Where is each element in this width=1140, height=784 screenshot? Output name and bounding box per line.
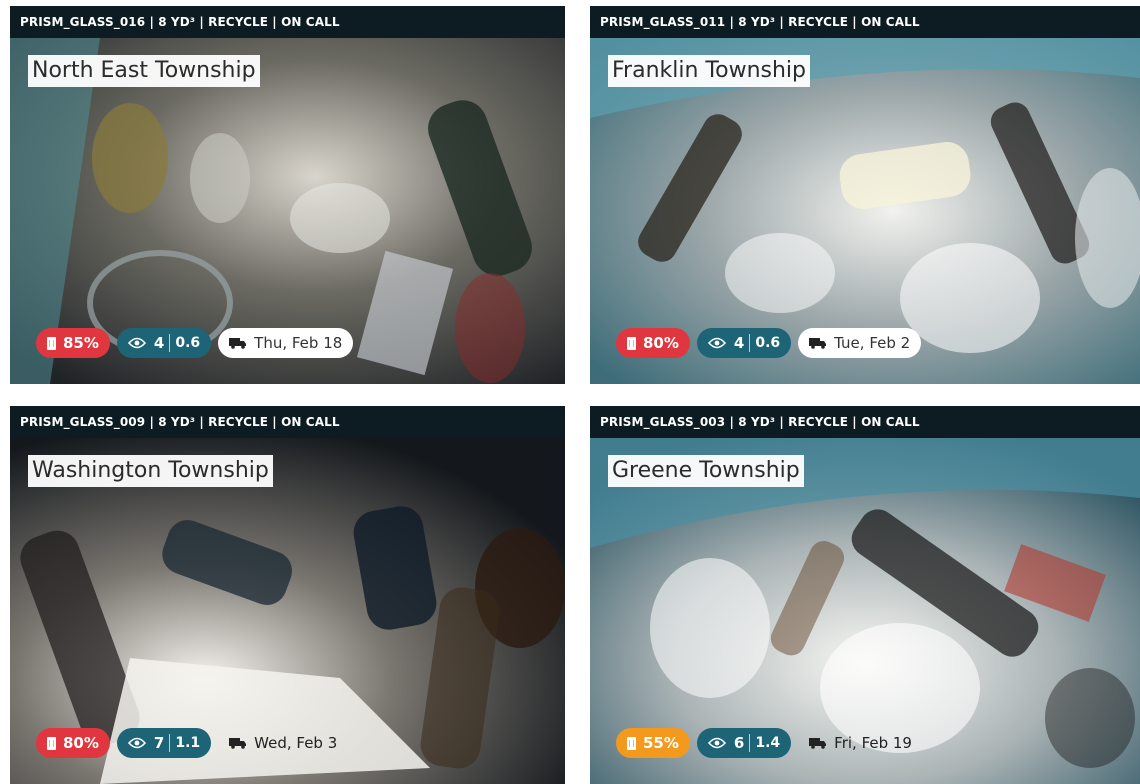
trash-bin-icon [47, 336, 56, 350]
views-badge[interactable]: 4 0.6 [696, 328, 792, 358]
container-header: PRISM_GLASS_003 | 8 YD³ | RECYCLE | ON C… [590, 406, 1140, 438]
pickup-date: Thu, Feb 18 [254, 334, 343, 352]
truck-icon [229, 337, 247, 349]
divider [749, 734, 751, 752]
container-header: PRISM_GLASS_011 | 8 YD³ | RECYCLE | ON C… [590, 6, 1140, 38]
location-label: Washington Township [28, 455, 273, 487]
truck-icon [229, 737, 247, 749]
eye-icon [707, 737, 726, 749]
fill-percent: 80% [63, 734, 99, 752]
pickup-date-badge[interactable]: Wed, Feb 3 [218, 728, 348, 758]
divider [169, 334, 171, 352]
pickup-date-badge[interactable]: Tue, Feb 2 [798, 328, 922, 358]
location-label: Greene Township [608, 455, 804, 487]
location-label: Franklin Township [608, 55, 811, 87]
truck-icon [809, 337, 827, 349]
eye-icon [127, 337, 146, 349]
views-badge[interactable]: 6 1.4 [696, 728, 792, 758]
pickup-date: Tue, Feb 2 [834, 334, 911, 352]
views-count: 4 [733, 334, 745, 352]
pickup-date-badge[interactable]: Thu, Feb 18 [218, 328, 354, 358]
views-rate: 0.6 [175, 335, 201, 351]
trash-bin-icon [627, 736, 636, 750]
fill-percent: 85% [63, 334, 99, 352]
container-header: PRISM_GLASS_009 | 8 YD³ | RECYCLE | ON C… [10, 406, 565, 438]
views-rate: 1.1 [175, 735, 201, 751]
views-count: 4 [153, 334, 165, 352]
status-badges: 80% 4 0.6 Tue, Feb 2 [616, 328, 922, 358]
pickup-date-badge[interactable]: Fri, Feb 19 [798, 728, 923, 758]
views-count: 6 [733, 734, 745, 752]
container-header: PRISM_GLASS_016 | 8 YD³ | RECYCLE | ON C… [10, 6, 565, 38]
views-badge[interactable]: 4 0.6 [116, 328, 212, 358]
status-badges: 85% 4 0.6 Thu, Feb 18 [36, 328, 354, 358]
fill-level-badge[interactable]: 55% [616, 728, 690, 758]
container-card[interactable]: PRISM_GLASS_016 | 8 YD³ | RECYCLE | ON C… [10, 6, 565, 384]
fill-level-badge[interactable]: 85% [36, 328, 110, 358]
container-card[interactable]: PRISM_GLASS_009 | 8 YD³ | RECYCLE | ON C… [10, 406, 565, 784]
pickup-date: Fri, Feb 19 [834, 734, 912, 752]
eye-icon [127, 737, 146, 749]
truck-icon [809, 737, 827, 749]
views-rate: 1.4 [755, 735, 781, 751]
divider [749, 334, 751, 352]
trash-bin-icon [47, 736, 56, 750]
divider [169, 734, 171, 752]
views-badge[interactable]: 7 1.1 [116, 728, 212, 758]
fill-percent: 80% [643, 334, 679, 352]
status-badges: 80% 7 1.1 Wed, Feb 3 [36, 728, 348, 758]
location-label: North East Township [28, 55, 260, 87]
container-card[interactable]: PRISM_GLASS_011 | 8 YD³ | RECYCLE | ON C… [590, 6, 1140, 384]
fill-level-badge[interactable]: 80% [36, 728, 110, 758]
trash-bin-icon [627, 336, 636, 350]
eye-icon [707, 337, 726, 349]
fill-percent: 55% [643, 734, 679, 752]
fill-level-badge[interactable]: 80% [616, 328, 690, 358]
pickup-date: Wed, Feb 3 [254, 734, 338, 752]
views-count: 7 [153, 734, 165, 752]
views-rate: 0.6 [755, 335, 781, 351]
status-badges: 55% 6 1.4 Fri, Feb 19 [616, 728, 923, 758]
container-card[interactable]: PRISM_GLASS_003 | 8 YD³ | RECYCLE | ON C… [590, 406, 1140, 784]
